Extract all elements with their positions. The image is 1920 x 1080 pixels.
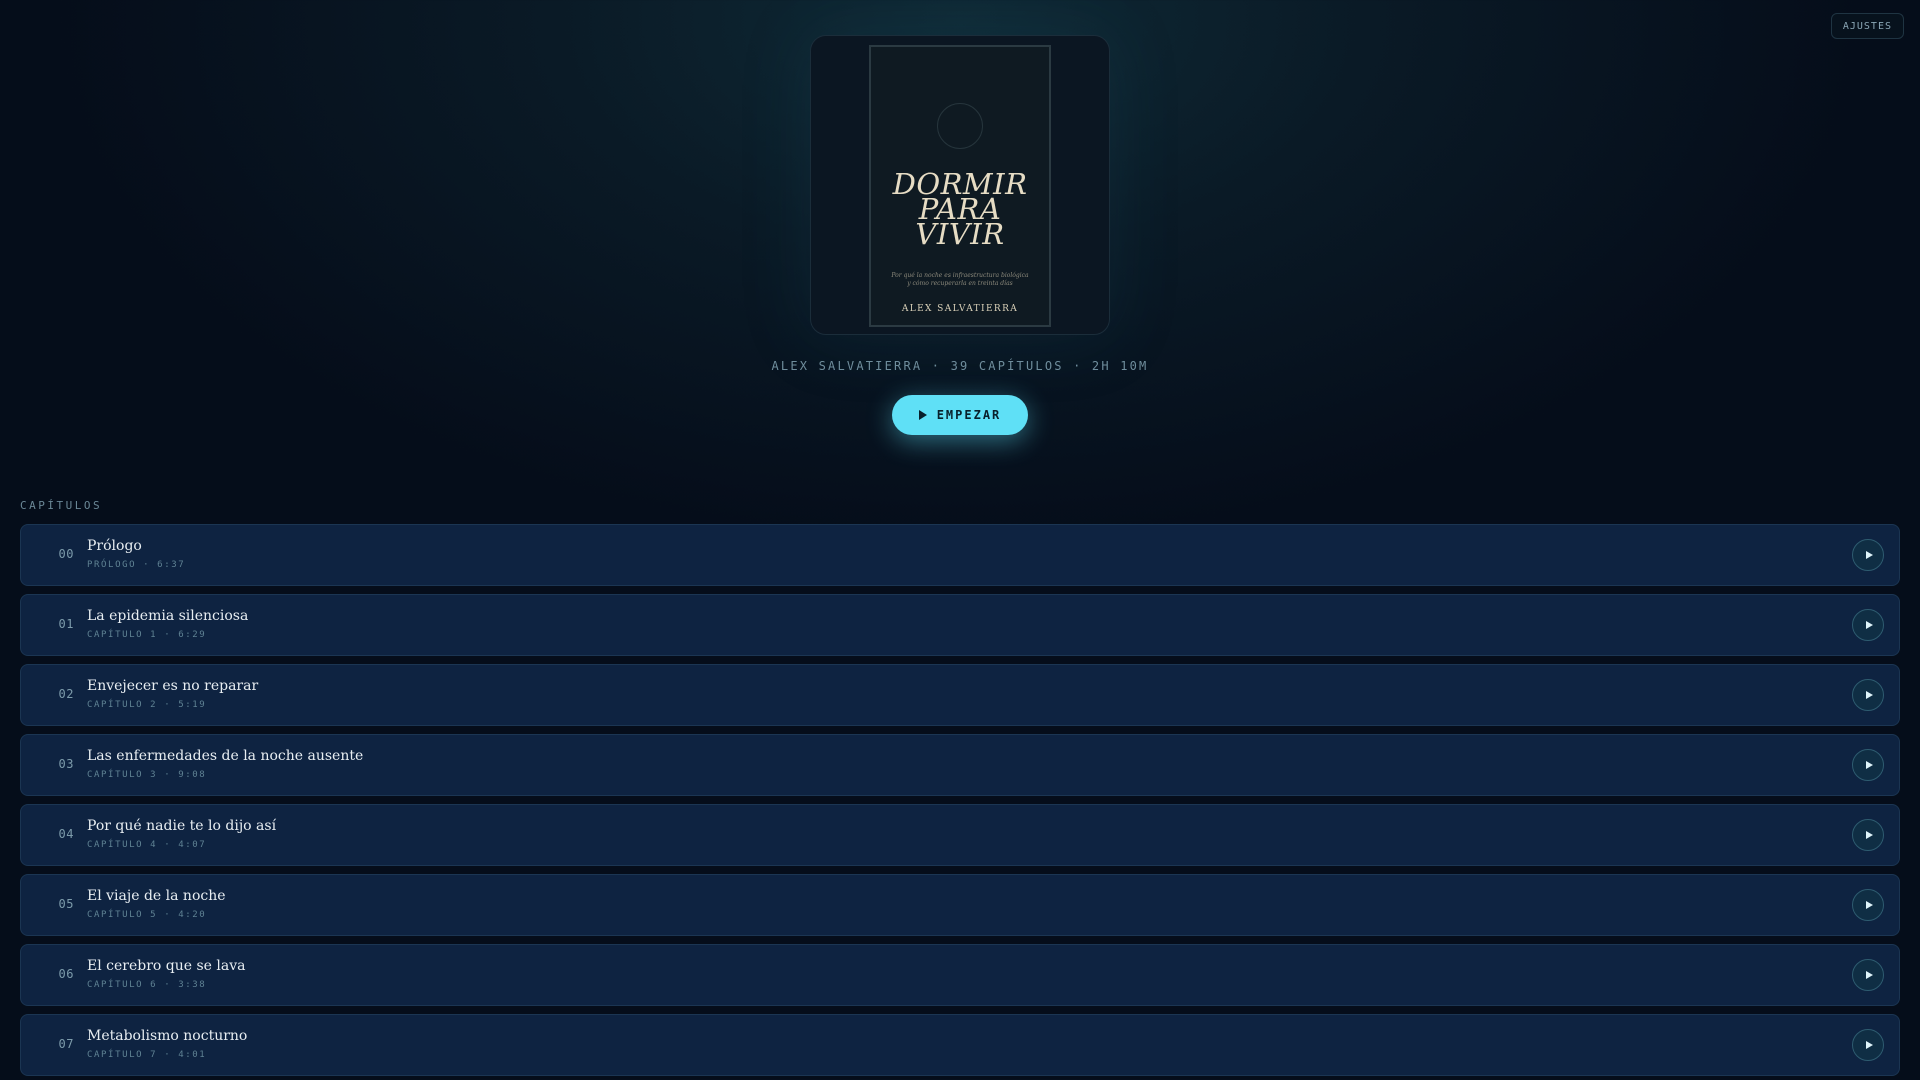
chapter-meta: CAPÍTULO 3 · 9:08 <box>87 770 207 780</box>
start-button[interactable]: EMPEZAR <box>892 395 1028 435</box>
book-subtitle: Por qué la noche es infraestructura biol… <box>889 272 1031 288</box>
chapter-meta: CAPÍTULO 6 · 3:38 <box>87 980 207 990</box>
chapter-row[interactable]: 06 El cerebro que se lava CAPÍTULO 6 · 3… <box>20 944 1900 1006</box>
chapter-meta: CAPÍTULO 4 · 4:07 <box>87 840 207 850</box>
chapter-meta: CAPÍTULO 7 · 4:01 <box>87 1050 207 1060</box>
chapter-number: 01 <box>58 617 74 631</box>
book-subtitle-line: y cómo recuperarla en treinta días <box>907 280 1013 287</box>
play-icon <box>1865 621 1873 629</box>
chapter-number: 03 <box>58 757 74 771</box>
chapter-title: La epidemia silenciosa <box>87 608 249 624</box>
chapter-play-button[interactable] <box>1852 539 1884 571</box>
chapter-row[interactable]: 03 Las enfermedades de la noche ausente … <box>20 734 1900 796</box>
settings-button[interactable]: AJUSTES <box>1830 13 1904 39</box>
book-cover-card: DORMIR PARA VIVIR Por qué la noche es in… <box>810 35 1110 335</box>
book-author: ALEX SALVATIERRA <box>901 304 1019 314</box>
chapter-list: 00 Prólogo PRÓLOGO · 6:37 01 La epidemia… <box>20 524 1900 1080</box>
start-button-label: EMPEZAR <box>936 408 1002 422</box>
chapter-play-button[interactable] <box>1852 959 1884 991</box>
play-icon <box>1865 551 1873 559</box>
book-meta: ALEX SALVATIERRA · 39 CAPÍTULOS · 2H 10M <box>771 359 1149 373</box>
play-icon <box>1865 901 1873 909</box>
book-subtitle-line: Por qué la noche es infraestructura biol… <box>891 272 1029 279</box>
chapter-number: 04 <box>58 827 74 841</box>
moon-icon <box>937 103 983 149</box>
chapter-number: 07 <box>58 1037 74 1051</box>
chapter-play-button[interactable] <box>1852 1029 1884 1061</box>
chapter-number: 05 <box>58 897 74 911</box>
chapter-title: Por qué nadie te lo dijo así <box>87 818 277 834</box>
play-icon <box>1865 691 1873 699</box>
chapter-play-button[interactable] <box>1852 679 1884 711</box>
chapter-row[interactable]: 04 Por qué nadie te lo dijo así CAPÍTULO… <box>20 804 1900 866</box>
chapter-title: El cerebro que se lava <box>87 958 246 974</box>
chapter-number: 02 <box>58 687 74 701</box>
book-title-line: VIVIR <box>915 217 1005 251</box>
chapter-meta: PRÓLOGO · 6:37 <box>87 560 186 570</box>
chapter-number: 00 <box>58 547 74 561</box>
chapter-play-button[interactable] <box>1852 609 1884 641</box>
chapter-play-button[interactable] <box>1852 749 1884 781</box>
play-icon <box>918 410 927 420</box>
chapter-row[interactable]: 00 Prólogo PRÓLOGO · 6:37 <box>20 524 1900 586</box>
chapter-title: Metabolismo nocturno <box>87 1028 248 1044</box>
play-icon <box>1865 761 1873 769</box>
chapter-title: Envejecer es no reparar <box>87 678 259 694</box>
book-title: DORMIR PARA VIVIR <box>871 170 1049 251</box>
chapter-meta: CAPÍTULO 5 · 4:20 <box>87 910 207 920</box>
chapter-meta: CAPÍTULO 2 · 5:19 <box>87 700 207 710</box>
chapter-row[interactable]: 05 El viaje de la noche CAPÍTULO 5 · 4:2… <box>20 874 1900 936</box>
chapter-title: Prólogo <box>87 538 142 554</box>
chapter-play-button[interactable] <box>1852 889 1884 921</box>
chapters-heading: CAPÍTULOS <box>20 499 103 512</box>
book-cover: DORMIR PARA VIVIR Por qué la noche es in… <box>869 45 1051 327</box>
chapter-row[interactable]: 02 Envejecer es no reparar CAPÍTULO 2 · … <box>20 664 1900 726</box>
play-icon <box>1865 1041 1873 1049</box>
chapter-title: El viaje de la noche <box>87 888 226 904</box>
chapter-title: Las enfermedades de la noche ausente <box>87 748 364 764</box>
chapter-row[interactable]: 07 Metabolismo nocturno CAPÍTULO 7 · 4:0… <box>20 1014 1900 1076</box>
play-icon <box>1865 831 1873 839</box>
chapter-play-button[interactable] <box>1852 819 1884 851</box>
chapter-row[interactable]: 01 La epidemia silenciosa CAPÍTULO 1 · 6… <box>20 594 1900 656</box>
chapter-number: 06 <box>58 967 74 981</box>
play-icon <box>1865 971 1873 979</box>
chapter-meta: CAPÍTULO 1 · 6:29 <box>87 630 207 640</box>
